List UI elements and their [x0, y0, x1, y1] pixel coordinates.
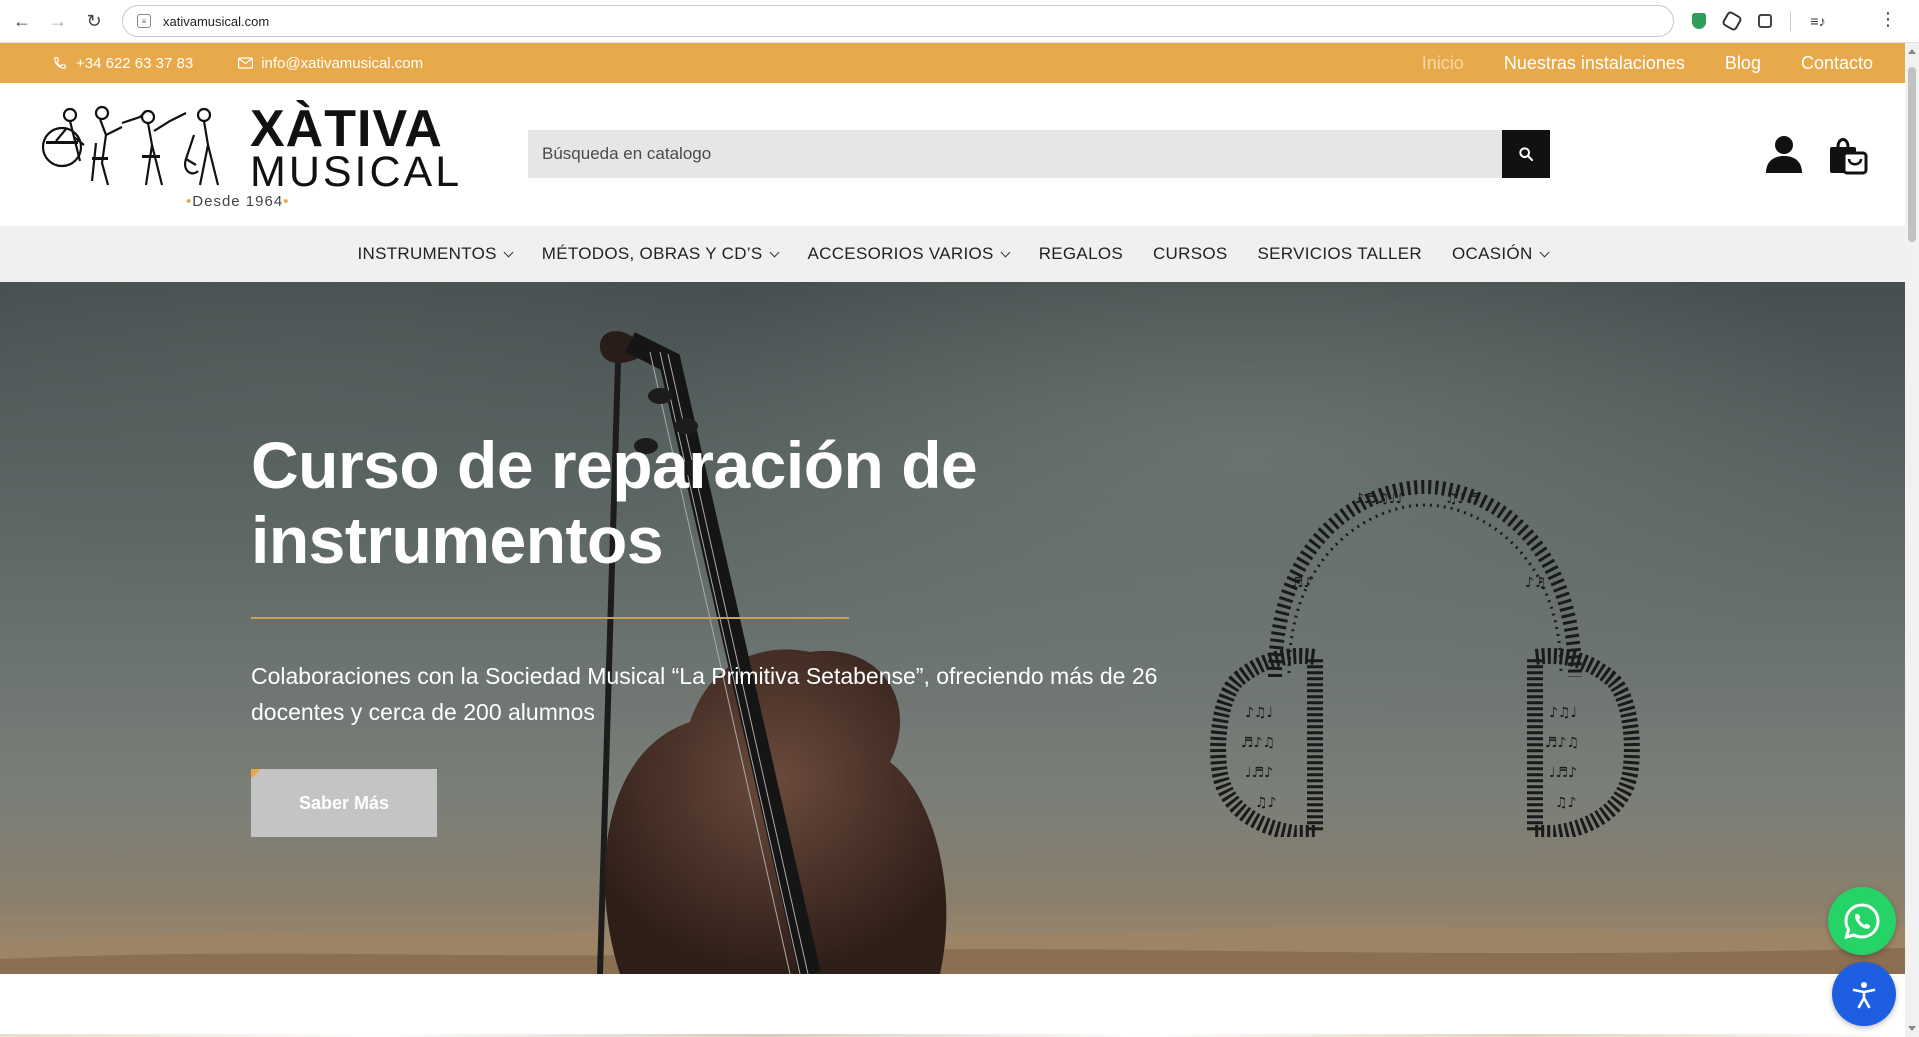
nav-item-label: ACCESORIOS VARIOS — [807, 244, 994, 263]
search-bar — [528, 130, 1550, 178]
main-navigation: INSTRUMENTOS MÉTODOS, OBRAS Y CD’S ACCES… — [0, 226, 1905, 282]
toolbar-divider — [1790, 11, 1791, 31]
accessibility-button[interactable] — [1832, 962, 1896, 1026]
svg-text:♬♪♫: ♬♪♫ — [1241, 735, 1275, 751]
nav-item-label: MÉTODOS, OBRAS Y CD’S — [541, 244, 763, 263]
email-contact[interactable]: info@xativamusical.com — [237, 55, 423, 72]
scroll-up-arrow-icon[interactable] — [1908, 49, 1916, 54]
svg-text:♪♫: ♪♫ — [1525, 575, 1547, 591]
svg-text:♪♫♩: ♪♫♩ — [1245, 705, 1273, 721]
shopping-bag-icon[interactable] — [1826, 133, 1868, 175]
svg-text:♫♪♬: ♫♪♬ — [1445, 491, 1479, 507]
mail-icon — [237, 57, 253, 69]
reload-icon[interactable]: ↻ — [76, 3, 112, 39]
extensions-puzzle-icon[interactable] — [1758, 14, 1772, 28]
svg-text:♬♪: ♬♪ — [1291, 575, 1313, 591]
page-scrollbar[interactable] — [1905, 43, 1919, 1037]
search-icon — [1519, 147, 1534, 162]
logo-since: •Desde 1964• — [186, 193, 290, 210]
shield-extension-icon[interactable] — [1692, 13, 1706, 29]
search-input[interactable] — [528, 130, 1502, 178]
nav-item-regalos[interactable]: REGALOS — [1039, 244, 1123, 264]
saber-mas-label: Saber Más — [298, 792, 390, 813]
chevron-down-icon — [769, 247, 779, 257]
hero-slider: ♪♫♩ ♬♪♫ ♩♬♪ ♫♪ ♪♫♩ ♬♪♫ ♩♬♪ ♫♪ ♪♬♫♩♪ ♫♪♬ ♬♪ ♪♫ Cu… — [0, 282, 1905, 974]
site-header: XÀTIVA MUSICAL •Desde 1964• — [0, 83, 1905, 226]
next-section-preview — [0, 974, 1905, 1037]
svg-text:♪♫♩: ♪♫♩ — [1549, 705, 1577, 721]
phone-number: +34 622 63 37 83 — [76, 54, 194, 72]
phone-contact[interactable]: +34 622 63 37 83 — [52, 55, 193, 72]
nav-item-label: CURSOS — [1152, 244, 1228, 263]
hero-title: Curso de reparación de instrumentos — [251, 428, 978, 577]
nav-item-ocasion[interactable]: OCASIÓN — [1452, 244, 1549, 264]
site-logo[interactable]: XÀTIVA MUSICAL •Desde 1964• — [36, 97, 459, 210]
top-link-inicio[interactable]: Inicio — [1422, 53, 1464, 74]
whatsapp-button[interactable] — [1828, 887, 1896, 955]
scrollbar-thumb[interactable] — [1908, 67, 1916, 242]
email-address: info@xativamusical.com — [261, 54, 424, 72]
saber-mas-button[interactable]: Saber Más — [251, 769, 437, 837]
nav-item-metodos[interactable]: MÉTODOS, OBRAS Y CD’S — [541, 244, 779, 264]
cello-image — [597, 331, 947, 974]
logo-since-text: Desde 1964 — [192, 193, 284, 210]
phone-icon — [52, 56, 68, 70]
site-info-icon[interactable]: ≡ — [137, 14, 151, 28]
headphones-music-notes-image: ♪♫♩ ♬♪♫ ♩♬♪ ♫♪ ♪♫♩ ♬♪♫ ♩♬♪ ♫♪ ♪♬♫♩♪ ♫♪♬ ♬♪ ♪♫ — [1210, 479, 1640, 837]
accessibility-icon — [1852, 982, 1876, 1009]
nav-item-instrumentos[interactable]: INSTRUMENTOS — [357, 244, 514, 264]
scroll-down-arrow-icon[interactable] — [1908, 1026, 1916, 1031]
svg-text:♩♬♪: ♩♬♪ — [1549, 765, 1577, 781]
top-info-bar: +34 622 63 37 83 info@xativamusical.com … — [0, 43, 1905, 83]
svg-text:♪♬♫♩♪: ♪♬♫♩♪ — [1355, 491, 1405, 507]
chevron-down-icon — [1000, 247, 1011, 257]
top-links: Inicio Nuestras instalaciones Blog Conta… — [1422, 43, 1873, 83]
top-link-contacto[interactable]: Contacto — [1801, 53, 1873, 74]
nav-item-label: REGALOS — [1038, 244, 1123, 263]
nav-item-servicios-taller[interactable]: SERVICIOS TALLER — [1258, 244, 1422, 264]
user-account-icon[interactable] — [1764, 135, 1804, 173]
hero-subtitle: Colaboraciones con la Sociedad Musical “… — [251, 663, 1158, 725]
back-icon[interactable]: ← — [4, 3, 40, 39]
whatsapp-icon — [1844, 903, 1880, 940]
svg-text:♬♪♫: ♬♪♫ — [1545, 735, 1579, 751]
address-bar[interactable]: ≡ xativamusical.com — [122, 5, 1674, 37]
svg-text:♫♪: ♫♪ — [1255, 795, 1277, 811]
nav-item-cursos[interactable]: CURSOS — [1153, 244, 1228, 264]
chevron-down-icon — [1539, 247, 1549, 257]
musicians-illustration — [41, 105, 220, 186]
nav-item-label: SERVICIOS TALLER — [1257, 244, 1423, 263]
hero-divider — [251, 617, 849, 619]
media-control-icon[interactable]: ≡♪ — [1809, 12, 1827, 30]
svg-text:♩♬♪: ♩♬♪ — [1245, 765, 1273, 781]
button-corner-accent — [251, 769, 261, 779]
top-link-instalaciones[interactable]: Nuestras instalaciones — [1504, 53, 1685, 74]
browser-toolbar: ← → ↻ ≡ xativamusical.com ≡♪ ⋮ — [0, 0, 1919, 43]
nav-item-accesorios[interactable]: ACCESORIOS VARIOS — [807, 244, 1011, 264]
search-button[interactable] — [1502, 130, 1550, 178]
chevron-down-icon — [503, 247, 514, 257]
svg-text:♫♪: ♫♪ — [1555, 795, 1577, 811]
top-link-blog[interactable]: Blog — [1725, 53, 1761, 74]
nav-item-label: INSTRUMENTOS — [357, 244, 497, 263]
forward-icon[interactable]: → — [40, 3, 76, 39]
url-text: xativamusical.com — [163, 13, 270, 29]
logo-title-line2: MUSICAL — [250, 148, 463, 196]
extensions-area: ≡♪ — [1692, 10, 1827, 32]
nav-item-label: OCASIÓN — [1452, 244, 1533, 263]
hexagon-extension-icon[interactable] — [1721, 10, 1743, 32]
browser-menu-icon[interactable]: ⋮ — [1879, 10, 1897, 28]
